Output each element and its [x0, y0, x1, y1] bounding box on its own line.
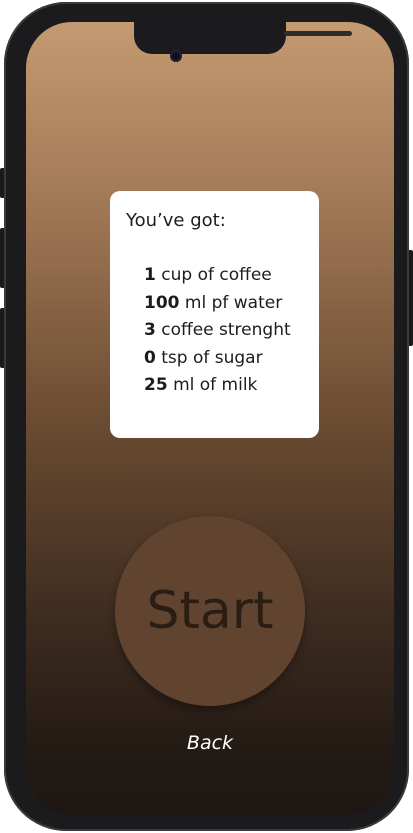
- start-button[interactable]: Start: [115, 516, 305, 706]
- summary-item-cups: 1 cup of coffee: [144, 262, 291, 290]
- summary-amount: 3: [144, 320, 156, 340]
- summary-item-strength: 3 coffee strenght: [144, 317, 291, 345]
- back-link[interactable]: Back: [26, 732, 394, 754]
- summary-item-water: 100 ml pf water: [144, 290, 291, 318]
- summary-text: coffee strenght: [155, 320, 291, 340]
- summary-amount: 100: [144, 292, 180, 313]
- summary-text: ml pf water: [179, 292, 283, 313]
- summary-amount: 1: [144, 265, 156, 285]
- summary-item-milk: 25 ml of milk: [144, 372, 291, 400]
- summary-item-sugar: 0 tsp of sugar: [144, 345, 291, 373]
- speaker-grille: [284, 31, 352, 36]
- order-summary-card: You’ve got: 1 cup of coffee 100 ml pf wa…: [110, 191, 319, 438]
- notch: [134, 22, 352, 54]
- front-camera-icon: [170, 50, 182, 62]
- app-screen: You’ve got: 1 cup of coffee 100 ml pf wa…: [26, 22, 394, 815]
- summary-list: 1 cup of coffee 100 ml pf water 3 coffee…: [144, 262, 291, 400]
- summary-amount: 25: [144, 375, 168, 395]
- phone-frame: You’ve got: 1 cup of coffee 100 ml pf wa…: [4, 2, 409, 831]
- summary-text: tsp of sugar: [155, 347, 263, 368]
- summary-title: You’ve got:: [126, 210, 226, 231]
- summary-amount: 0: [144, 347, 156, 368]
- phone-mockup: You’ve got: 1 cup of coffee 100 ml pf wa…: [0, 0, 413, 833]
- summary-text: cup of coffee: [155, 265, 272, 285]
- summary-text: ml of milk: [167, 375, 258, 395]
